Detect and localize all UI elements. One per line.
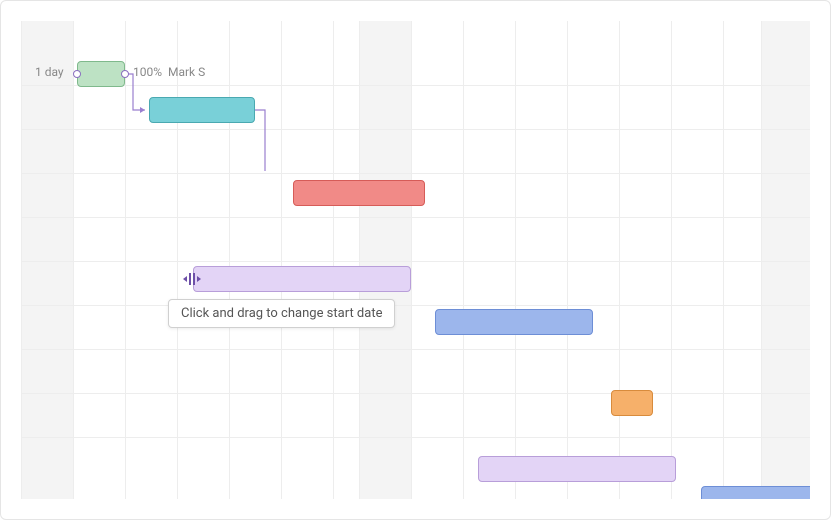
task-bar[interactable] — [149, 97, 255, 123]
grid-shaded-col — [359, 21, 411, 499]
tooltip-text: Click and drag to change start date — [181, 306, 382, 321]
resize-handle-left[interactable] — [73, 70, 81, 78]
resize-handle-right[interactable] — [121, 70, 129, 78]
gantt-frame: 1 day 100% Mark S Click and drag to chan… — [0, 0, 831, 520]
task-bar[interactable] — [611, 390, 653, 416]
task-bar[interactable] — [293, 180, 425, 206]
grid — [21, 21, 810, 499]
task-bar[interactable] — [77, 61, 125, 87]
tooltip: Click and drag to change start date — [168, 299, 395, 328]
task-bar[interactable] — [193, 266, 411, 292]
task-duration-label: 1 day — [35, 65, 64, 79]
grid-shaded-col — [21, 21, 73, 499]
task-bar[interactable] — [435, 309, 593, 335]
task-bar[interactable] — [701, 486, 810, 499]
resize-start-handle-icon[interactable] — [184, 271, 200, 287]
grid-shaded-col — [761, 21, 810, 499]
gantt-chart[interactable]: 1 day 100% Mark S Click and drag to chan… — [21, 21, 810, 499]
task-progress-label: 100% Mark S — [133, 65, 205, 79]
task-bar[interactable] — [478, 456, 676, 482]
